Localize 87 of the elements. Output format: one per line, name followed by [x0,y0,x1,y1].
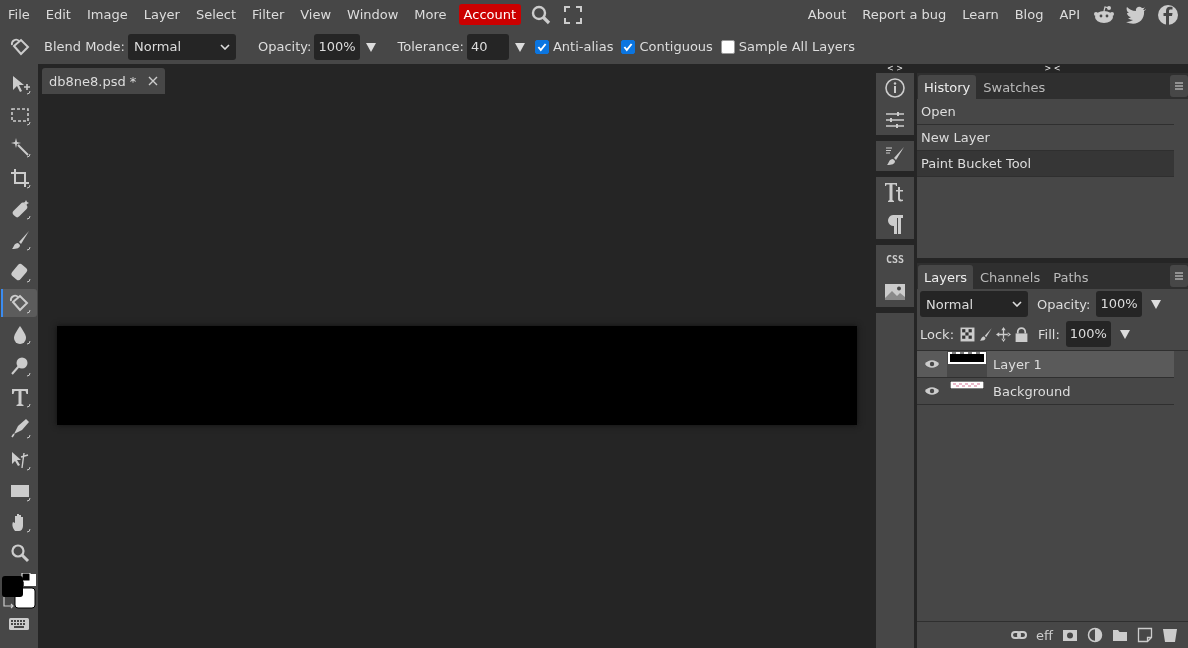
menu-item[interactable]: Filter [244,7,293,22]
checkbox[interactable] [534,39,549,54]
menu-link[interactable]: About [799,7,855,22]
image-icon[interactable] [884,281,906,303]
expand-toggle[interactable]: < > [887,64,903,73]
character-icon[interactable] [884,181,906,203]
opacity-field[interactable]: 100% [314,33,360,60]
crop-icon [9,166,31,189]
blend-mode-dropdown[interactable]: Normal [920,291,1028,317]
blend-mode-dropdown[interactable]: Normal [127,33,236,60]
info-icon[interactable] [884,77,906,99]
new-page-icon[interactable] [1137,627,1153,643]
document-tab[interactable]: db8ne8.psd * [42,68,166,94]
eye-icon[interactable] [924,359,940,369]
trash-icon[interactable] [1162,627,1178,643]
layer-row[interactable]: Background [917,378,1174,405]
hand-icon [9,511,31,534]
checkbox-label: Anti-alias [552,39,614,54]
menu-link[interactable]: Report a bug [854,7,955,22]
fullscreen-icon[interactable] [562,3,585,26]
menu-item[interactable]: Layer [135,7,188,22]
checkbox-label: Contiguous [639,39,713,54]
layer-name: Background [993,383,1071,399]
move-icon[interactable] [996,326,1012,342]
color-swatches-icon[interactable] [1,572,37,609]
menu-item[interactable]: Image [78,7,136,22]
brush-icon[interactable] [978,326,994,342]
blend-mode-label: Blend Mode: [44,39,125,54]
search-icon [9,542,31,565]
menu-item[interactable]: File [0,7,38,22]
tolerance-label: Tolerance: [397,39,464,54]
menu-icon[interactable] [1170,75,1188,97]
menu-item[interactable]: Select [187,7,245,22]
lock-icon[interactable] [1014,326,1030,342]
menu-icon[interactable] [1170,265,1188,287]
search-icon[interactable] [530,3,553,26]
css-icon[interactable]: CSS [885,249,905,271]
menu-item[interactable]: More [406,7,455,22]
tolerance-field[interactable]: 40 [466,33,509,60]
caret-icon [219,43,230,50]
fill-label: Fill: [1038,326,1060,342]
history-item[interactable]: Open [917,99,1174,125]
panel-tab[interactable]: History [918,75,977,99]
caret-icon [1012,301,1022,307]
menu-item[interactable]: Window [339,7,407,22]
pen-nib-icon [9,417,31,440]
layer-thumbnail [948,352,986,364]
layer-row[interactable]: Layer 1 [917,351,1174,378]
collapse-toggle[interactable]: > < [1044,64,1061,73]
layer-name: Layer 1 [993,356,1042,372]
effects-button[interactable]: eff [1036,627,1053,643]
dropdown-arrow-icon[interactable] [365,41,376,52]
layer-thumbnail [950,381,984,389]
bucket-icon [9,292,31,315]
mask-icon[interactable] [1062,627,1078,643]
menu-link[interactable]: Blog [1006,7,1052,22]
lock-label: Lock: [920,326,955,342]
opacity-field[interactable]: 100% [1096,291,1142,317]
fill-field[interactable]: 100% [1065,321,1111,347]
checker-icon[interactable] [960,326,976,342]
menu-item[interactable]: Edit [37,7,79,22]
checkbox[interactable] [621,39,636,54]
opacity-label: Opacity: [1037,296,1091,312]
history-item[interactable]: Paint Bucket Tool [917,151,1174,177]
panel-tab[interactable]: Channels [974,265,1047,289]
menu-link[interactable]: API [1051,7,1088,22]
alien-icon[interactable] [1093,3,1115,26]
checkbox-label: Sample All Layers [738,39,855,54]
dropdown-arrow-icon[interactable] [1150,299,1161,309]
folder-icon[interactable] [1112,627,1128,643]
sliders-icon[interactable] [884,109,906,131]
panel-tab[interactable]: Paths [1047,265,1095,289]
menu-item[interactable]: View [292,7,340,22]
opacity-label: Opacity: [257,39,312,54]
f-logo-icon[interactable] [1157,3,1179,26]
menu-link[interactable]: Learn [954,7,1007,22]
dropdown-arrow-icon[interactable] [514,41,525,52]
tool-button[interactable] [1,289,37,318]
account-button[interactable]: Account [458,4,522,25]
eye-icon[interactable] [924,386,940,396]
close-icon[interactable] [148,76,159,86]
panel-tab[interactable]: Layers [918,265,974,289]
dropdown-arrow-icon[interactable] [1119,329,1130,339]
panel-tab[interactable]: Swatches [977,75,1052,99]
checkbox[interactable] [720,39,735,54]
half-circle-icon[interactable] [1087,627,1103,643]
keyboard-icon[interactable] [9,616,29,631]
